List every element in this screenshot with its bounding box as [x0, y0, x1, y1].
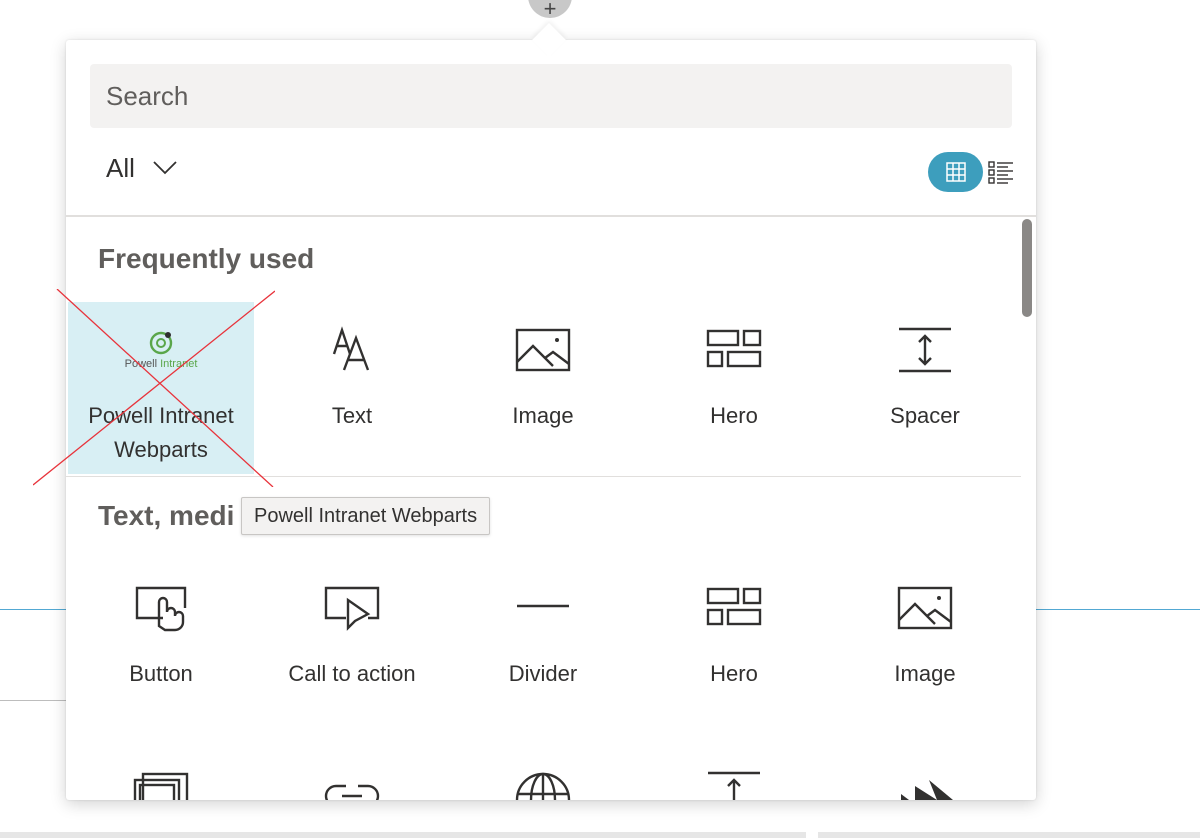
- scrollbar-thumb[interactable]: [1022, 219, 1032, 317]
- webpart-toolbox-panel: All Frequently used: [66, 40, 1036, 800]
- logo-text: Powell Intranet: [108, 358, 214, 370]
- list-view-toggle[interactable]: [988, 160, 1014, 184]
- image-gallery-icon: [133, 772, 189, 800]
- webpart-tile-divider[interactable]: Divider: [450, 560, 636, 732]
- image-icon: [897, 586, 953, 630]
- hero-icon: [706, 329, 762, 368]
- page-bottom-bar: [0, 832, 1200, 838]
- tile-label: Text: [331, 403, 373, 428]
- webpart-tile-partial[interactable]: [450, 746, 636, 800]
- hero-icon: [706, 587, 762, 626]
- header-divider: [66, 215, 1036, 217]
- webpart-tile-partial[interactable]: [641, 746, 827, 800]
- webpart-tile-text[interactable]: Text: [259, 302, 445, 474]
- webpart-tile-partial[interactable]: [259, 746, 445, 800]
- chevron-down-icon: [153, 161, 177, 175]
- section-title-text-media: Text, medi: [98, 500, 235, 531]
- image-icon: [515, 328, 571, 372]
- tile-label: Image: [512, 403, 574, 428]
- page-section-line: [1036, 609, 1200, 610]
- section-divider: [66, 476, 1021, 477]
- webpart-tile-powell-intranet[interactable]: Powell Intranet Powell Intranet Webparts: [68, 302, 254, 474]
- divider-icon: [517, 604, 569, 608]
- webpart-tile-image[interactable]: Image: [832, 560, 1018, 732]
- category-filter-label: All: [106, 152, 135, 183]
- webpart-tile-hero[interactable]: Hero: [641, 302, 827, 474]
- call-to-action-icon: [324, 586, 380, 631]
- scrollbar[interactable]: [1020, 216, 1036, 800]
- search-input[interactable]: [90, 64, 1012, 128]
- text-icon: [332, 326, 370, 371]
- tile-label-line2: Webparts: [114, 437, 208, 462]
- webpart-tile-call-to-action[interactable]: Call to action: [259, 560, 445, 732]
- spacer-icon: [899, 327, 951, 373]
- add-section-button-overlay: [528, 0, 572, 18]
- tile-label: Button: [129, 661, 193, 686]
- page-divider-line: [0, 700, 66, 701]
- tooltip: Powell Intranet Webparts: [241, 497, 491, 535]
- tile-label: Divider: [508, 661, 578, 686]
- section-title-frequently-used: Frequently used: [98, 243, 315, 274]
- webpart-tile-button[interactable]: Button: [68, 560, 254, 732]
- tile-label: Hero: [710, 403, 758, 428]
- webpart-tile-partial[interactable]: [832, 746, 1018, 800]
- stream-icon: [901, 780, 953, 800]
- page-section-line: [0, 609, 66, 610]
- logo-text-part1: Powell: [124, 358, 161, 370]
- grid-view-toggle[interactable]: [928, 152, 983, 192]
- powell-intranet-logo: Powell Intranet: [108, 330, 214, 374]
- page-bottom-gap: [806, 832, 818, 838]
- tile-label: Hero: [710, 661, 758, 686]
- tile-label: Call to action: [288, 661, 416, 686]
- tile-label: Spacer: [890, 403, 960, 428]
- link-icon: [324, 784, 380, 800]
- grid-icon: [945, 162, 966, 182]
- powell-logo-mark-icon: [149, 331, 173, 355]
- tile-label-line1: Powell Intranet: [88, 403, 234, 428]
- webpart-tile-partial[interactable]: [68, 746, 254, 800]
- tile-label: Powell Intranet Webparts: [68, 399, 254, 467]
- button-icon: [135, 586, 187, 632]
- list-view-icon: [988, 161, 1013, 184]
- category-filter-dropdown[interactable]: All: [106, 148, 177, 188]
- spacer-icon: [708, 771, 760, 800]
- webpart-tile-hero[interactable]: Hero: [641, 560, 827, 732]
- tile-label: Image: [894, 661, 956, 686]
- webpart-tile-image[interactable]: Image: [450, 302, 636, 474]
- logo-text-part2: Intranet: [160, 358, 198, 370]
- webpart-tile-spacer[interactable]: Spacer: [832, 302, 1018, 474]
- globe-icon: [515, 772, 571, 800]
